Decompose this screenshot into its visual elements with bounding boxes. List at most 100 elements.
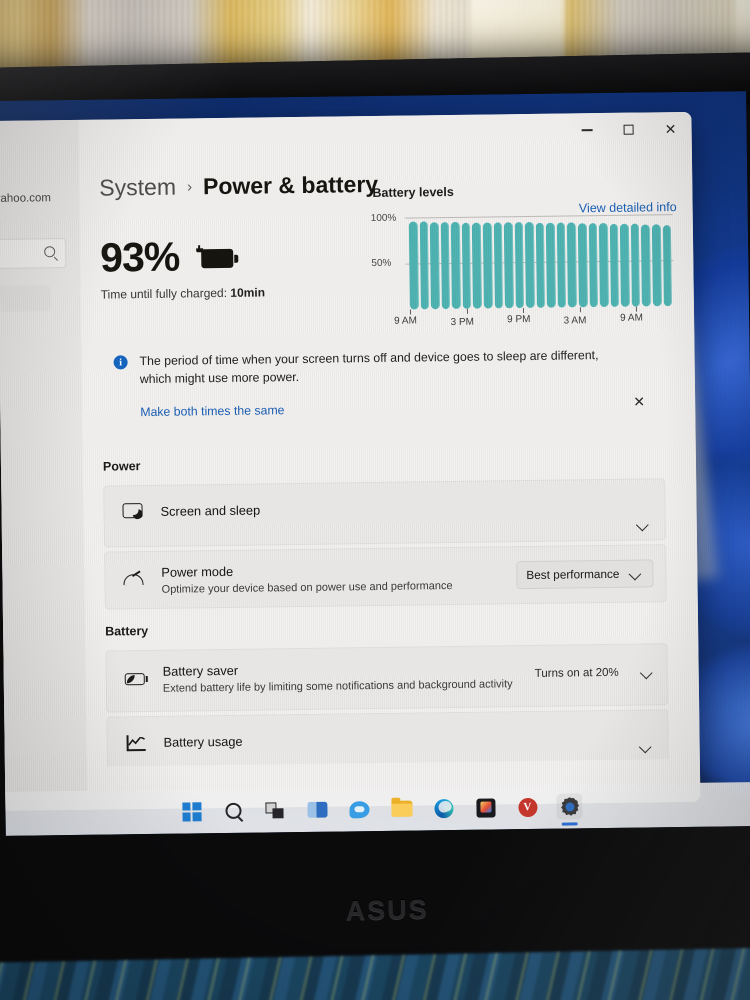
- settings-gear-icon: [560, 797, 579, 816]
- x-axis-label: 9 AM: [620, 312, 643, 324]
- file-explorer-icon: [390, 800, 413, 817]
- x-axis-label: 9 AM: [394, 315, 417, 327]
- x-axis-tick: [635, 306, 637, 312]
- search-input[interactable]: [0, 238, 67, 270]
- taskbar-widgets-button[interactable]: [304, 797, 330, 823]
- battery-saver-value: Turns on at 20%: [534, 666, 619, 680]
- page-title: Power & battery: [202, 170, 379, 200]
- window-titlebar: ✕: [565, 112, 691, 148]
- power-mode-gauge-icon: [121, 567, 147, 593]
- start-icon: [181, 801, 202, 822]
- x-axis-tick: [579, 307, 581, 313]
- x-axis-tick: [466, 308, 468, 314]
- laptop-screen: nu eanu@yahoo.com ✕ System › Pow: [0, 91, 750, 836]
- charge-time-label: Time until fully charged:: [100, 285, 228, 302]
- settings-nav-pane: nu eanu@yahoo.com: [0, 119, 88, 812]
- chart-bar: [408, 221, 419, 310]
- taskbar-vivaldi-button[interactable]: [514, 794, 540, 820]
- vivaldi-icon: [517, 797, 538, 817]
- asus-logo: ASUS: [345, 894, 430, 926]
- taskbar-edge-button[interactable]: [430, 795, 456, 821]
- chart-x-axis: 9 AM 3 PM 9 PM 3 AM 9 AM: [374, 306, 674, 332]
- chart-bar: [620, 223, 630, 307]
- chart-bar: [482, 221, 493, 309]
- setting-row-battery-usage[interactable]: Battery usage: [106, 709, 669, 767]
- taskbar-settings-button[interactable]: [556, 793, 583, 820]
- make-both-times-the-same-link[interactable]: Make both times the same: [140, 398, 650, 419]
- chart-line-icon: [128, 737, 145, 746]
- chart-bar: [546, 223, 556, 308]
- info-banner-text: The period of time when your screen turn…: [139, 348, 599, 386]
- taskbar-chat-button[interactable]: [346, 796, 372, 822]
- chart-bar: [662, 225, 672, 307]
- taskbar-file-explorer-button[interactable]: [388, 796, 414, 822]
- chevron-down-icon[interactable]: [640, 739, 654, 753]
- battery-cap-icon: [234, 254, 238, 263]
- photo-scene: ASUS nu eanu@yahoo.com: [0, 0, 750, 1000]
- breadcrumb: System › Power & battery: [99, 171, 378, 202]
- taskbar-store-button[interactable]: [472, 794, 498, 820]
- search-icon: [44, 246, 56, 258]
- setting-title: Battery usage: [163, 733, 243, 750]
- y-axis-tick-50: 50%: [371, 257, 392, 270]
- setting-subtitle: Optimize your device based on power use …: [161, 580, 453, 596]
- microsoft-store-icon: [475, 797, 496, 818]
- taskbar-search-button[interactable]: [220, 798, 246, 824]
- setting-title: Screen and sleep: [160, 502, 261, 519]
- chevron-down-icon[interactable]: [637, 517, 651, 531]
- chat-icon: [349, 800, 370, 818]
- chart-bars: [408, 214, 672, 310]
- chart-x-axis-icon: [126, 749, 146, 751]
- taskbar-start-button[interactable]: [178, 798, 204, 824]
- minimize-button[interactable]: [565, 114, 607, 147]
- chart-bar: [472, 222, 482, 309]
- setting-row-battery-saver[interactable]: Battery saver Extend battery life by lim…: [105, 643, 669, 713]
- info-banner: i The period of time when your screen tu…: [101, 334, 665, 434]
- battery-cap-icon: [145, 675, 148, 683]
- maximize-button[interactable]: [607, 113, 649, 146]
- moon-icon: [132, 509, 143, 520]
- sidebar-item-placeholder[interactable]: [0, 285, 51, 313]
- setting-row-screen-and-sleep[interactable]: Screen and sleep: [103, 478, 666, 548]
- x-axis-tick: [409, 309, 412, 315]
- setting-row-power-mode[interactable]: Power mode Optimize your device based on…: [104, 544, 667, 610]
- chart-bar: [535, 223, 546, 308]
- x-axis-label: 9 PM: [507, 313, 531, 326]
- chart-bar: [630, 223, 641, 307]
- setting-title: Battery saver: [162, 662, 239, 679]
- task-view-icon: [265, 802, 285, 819]
- minimize-icon: [581, 129, 593, 131]
- power-mode-selected-value: Best performance: [526, 566, 620, 583]
- chart-bar: [651, 224, 662, 307]
- chart-bar: [503, 222, 514, 309]
- breadcrumb-separator-icon: ›: [186, 178, 193, 196]
- chevron-down-icon: [629, 567, 643, 581]
- x-axis-label: 3 AM: [563, 315, 587, 327]
- chart-bar: [493, 222, 504, 309]
- chart-bar: [588, 223, 599, 308]
- chart-bar: [429, 221, 440, 310]
- breadcrumb-parent[interactable]: System: [99, 174, 176, 202]
- x-axis-label: 3 PM: [450, 316, 475, 329]
- chart-bar: [598, 223, 609, 308]
- view-detailed-info-link[interactable]: View detailed info: [579, 200, 677, 215]
- setting-subtitle: Extend battery life by limiting some not…: [162, 678, 513, 695]
- chevron-down-icon[interactable]: [641, 665, 655, 679]
- search-icon: [225, 802, 242, 819]
- screen-sleep-icon: [120, 499, 146, 525]
- chart-bar: [567, 222, 577, 308]
- battery-charging-icon: [193, 241, 239, 272]
- power-mode-dropdown[interactable]: Best performance: [516, 559, 654, 590]
- account-email: eanu@yahoo.com: [0, 192, 52, 206]
- chart-bar: [641, 224, 651, 307]
- chart-bar: [461, 222, 472, 309]
- chart-bar: [514, 222, 525, 309]
- settings-window: nu eanu@yahoo.com ✕ System › Pow: [0, 111, 701, 812]
- close-button[interactable]: ✕: [649, 113, 691, 146]
- banner-close-button[interactable]: ✕: [628, 390, 650, 412]
- widgets-icon: [307, 801, 328, 818]
- setting-title: Power mode: [161, 563, 234, 580]
- section-header-battery: Battery: [105, 623, 149, 639]
- taskbar-task-view-button[interactable]: [262, 797, 288, 823]
- edge-icon: [433, 798, 454, 818]
